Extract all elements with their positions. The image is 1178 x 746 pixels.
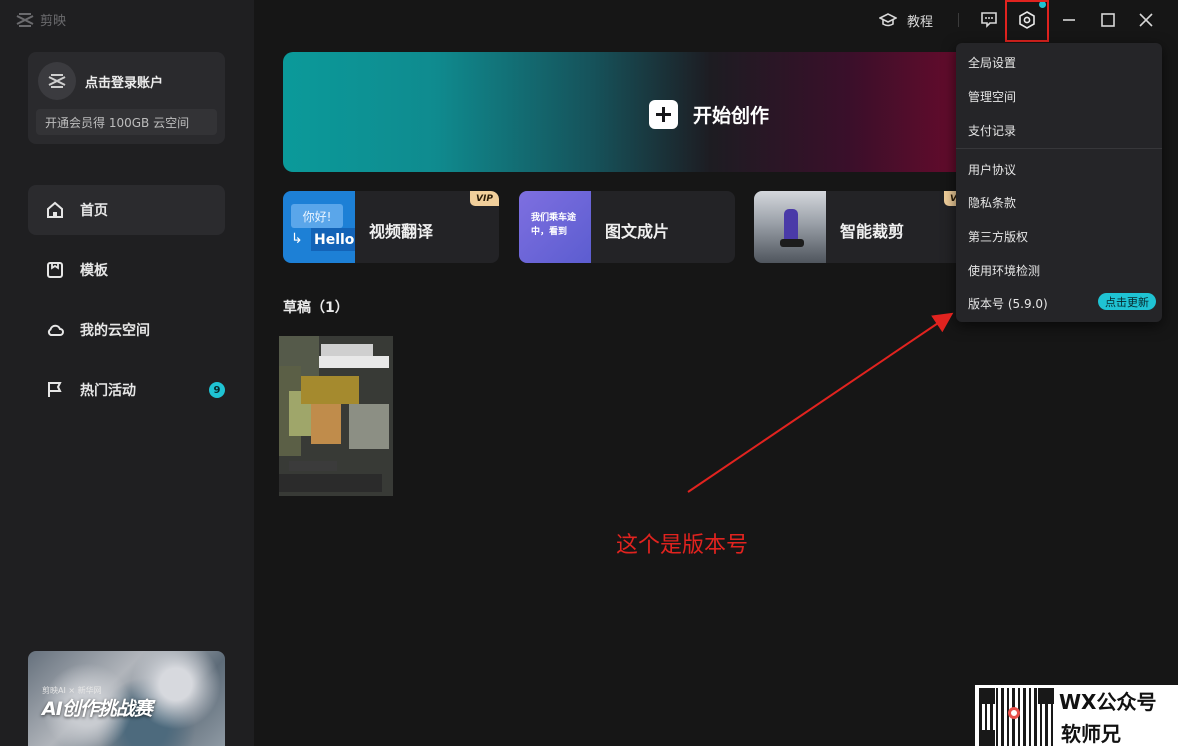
vip-badge: VIP: [470, 191, 499, 206]
feedback-button[interactable]: [976, 7, 1002, 33]
settings-menu: 全局设置 管理空间 支付记录 用户协议 隐私条款 第三方版权 使用环境检测 版本…: [956, 43, 1162, 322]
translate-arrow-icon: ↳: [291, 231, 303, 247]
feature-smart-crop[interactable]: 智能裁剪 VIP: [754, 191, 973, 263]
feature-label: 图文成片: [605, 222, 670, 241]
menu-item-third-party-copyright[interactable]: 第三方版权: [968, 228, 1028, 245]
menu-item-manage-space[interactable]: 管理空间: [968, 88, 1016, 105]
promo-banner[interactable]: 剪映AI × 新华网 AI创作挑战赛: [28, 651, 225, 746]
feedback-icon: [981, 12, 997, 28]
promo-title: AI创作挑战赛: [42, 698, 153, 720]
cloud-icon: [47, 324, 64, 336]
sidebar-item-templates[interactable]: 模板: [28, 245, 225, 295]
thumb-caption: 我们乘车途中，看到: [531, 213, 577, 237]
hero-label: 开始创作: [693, 105, 770, 127]
smart-crop-thumbnail: [754, 191, 826, 263]
watermark: WX公众号 软师兄: [975, 685, 1178, 746]
notification-badge: 9: [209, 382, 225, 398]
feature-label: 视频翻译: [369, 222, 434, 241]
start-creating-button[interactable]: 开始创作: [283, 52, 973, 172]
menu-item-global-settings[interactable]: 全局设置: [968, 54, 1016, 71]
app-name: 剪映: [40, 14, 67, 29]
watermark-line-1: WX公众号: [1059, 690, 1157, 714]
thumb-bubble-hello-en: Hello: [311, 228, 355, 251]
feature-label: 智能裁剪: [840, 222, 905, 241]
minimize-button[interactable]: [1056, 7, 1082, 33]
feature-text-to-video[interactable]: 我们乘车途中，看到 图文成片: [519, 191, 735, 263]
maximize-button[interactable]: [1095, 7, 1121, 33]
app-logo: 剪映: [16, 10, 66, 29]
home-icon: [47, 201, 63, 218]
tutorial-button[interactable]: 教程: [879, 9, 933, 31]
draft-item-thumbnail[interactable]: [279, 336, 393, 496]
watermark-line-2: 软师兄: [1061, 722, 1121, 746]
sidebar: 剪映 点击登录账户 开通会员得 100GB 云空间 首页 模板 我的云空间 热门…: [0, 0, 254, 746]
sidebar-item-label: 热门活动: [80, 383, 136, 399]
thumb-figure: [784, 209, 798, 243]
drafts-title: 草稿（1）: [283, 300, 349, 316]
menu-item-version: 版本号 (5.9.0): [968, 297, 1048, 311]
video-translate-thumbnail: 你好! Hello ↳: [283, 191, 355, 263]
sidebar-item-label: 首页: [80, 203, 108, 219]
annotation-label: 这个是版本号: [616, 533, 749, 558]
menu-item-environment-check[interactable]: 使用环境检测: [968, 262, 1040, 279]
tutorial-label: 教程: [907, 14, 934, 30]
menu-separator: [956, 148, 1162, 149]
settings-highlight-box: [1005, 0, 1049, 42]
feature-video-translate[interactable]: 你好! Hello ↳ 视频翻译 VIP: [283, 191, 499, 263]
graduation-cap-icon: [879, 13, 897, 27]
sidebar-item-events[interactable]: 热门活动 9: [28, 365, 225, 415]
hero-content: 开始创作: [649, 100, 769, 129]
sidebar-item-home[interactable]: 首页: [28, 185, 225, 235]
vip-promo-button[interactable]: 开通会员得 100GB 云空间: [36, 109, 217, 135]
maximize-icon: [1101, 13, 1115, 27]
topbar-divider: [958, 13, 959, 27]
sidebar-item-label: 模板: [80, 263, 108, 279]
thumb-bubble-hello-cn: 你好!: [291, 204, 343, 228]
template-icon: [47, 262, 63, 278]
menu-item-user-agreement[interactable]: 用户协议: [968, 161, 1016, 178]
capcut-avatar-icon: [48, 74, 66, 88]
close-button[interactable]: [1133, 7, 1159, 33]
login-link[interactable]: 点击登录账户: [85, 72, 163, 91]
plus-icon: [649, 100, 678, 129]
sidebar-item-label: 我的云空间: [80, 323, 150, 339]
close-icon: [1139, 13, 1153, 27]
capcut-logo-icon: [16, 12, 34, 27]
minimize-icon: [1063, 19, 1075, 21]
text-to-video-thumbnail: 我们乘车途中，看到: [519, 191, 591, 263]
menu-item-payment-records[interactable]: 支付记录: [968, 122, 1016, 139]
thumb-figure-shadow: [780, 239, 804, 247]
update-button[interactable]: 点击更新: [1098, 293, 1156, 310]
avatar[interactable]: [38, 62, 76, 100]
account-card[interactable]: 点击登录账户 开通会员得 100GB 云空间: [28, 52, 225, 144]
flag-icon: [48, 382, 62, 397]
sidebar-item-cloud[interactable]: 我的云空间: [28, 305, 225, 355]
menu-item-privacy[interactable]: 隐私条款: [968, 194, 1016, 211]
qr-logo-icon: [1008, 707, 1020, 719]
